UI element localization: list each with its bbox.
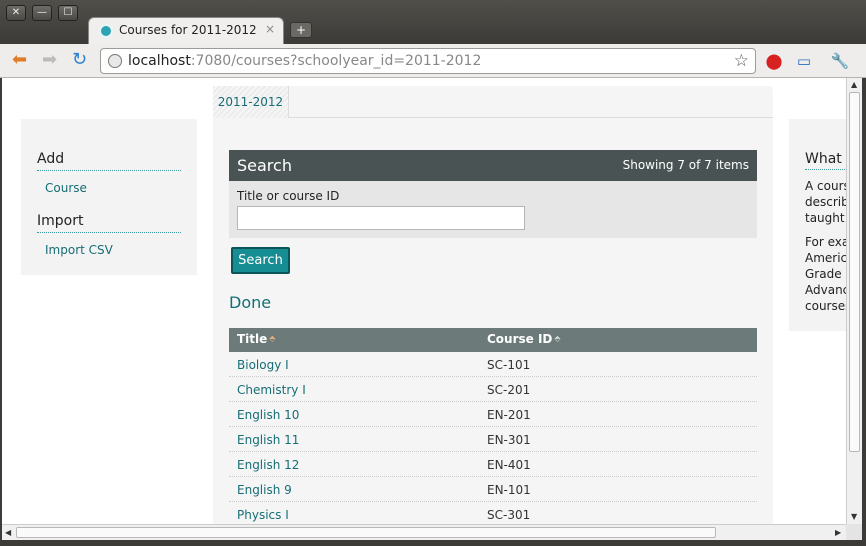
- sidebar-heading-import: Import: [37, 213, 181, 233]
- back-arrow-icon[interactable]: ⬅: [12, 50, 27, 70]
- sidebar-link-course[interactable]: Course: [37, 171, 181, 195]
- globe-icon: [108, 54, 122, 68]
- search-form: Title or course ID: [229, 181, 757, 238]
- table-row: Biology I SC-101: [229, 352, 757, 377]
- course-title-link[interactable]: English 10: [237, 408, 299, 422]
- main-content: 2011-2012 Search Showing 7 of 7 items Ti…: [213, 86, 773, 524]
- help-paragraph: A cours describe taught: [805, 179, 846, 225]
- url-text: localhost:7080/courses?schoolyear_id=201…: [128, 53, 482, 69]
- table-header: Title ⬘ Course ID ⬘: [229, 328, 757, 352]
- wrench-icon[interactable]: 🔧: [830, 51, 850, 71]
- scroll-up-icon[interactable]: ▲: [851, 80, 857, 89]
- vertical-scrollbar[interactable]: ▲ ▼: [846, 78, 862, 524]
- course-id: EN-401: [487, 458, 531, 472]
- course-id: EN-301: [487, 433, 531, 447]
- search-input[interactable]: [237, 206, 525, 230]
- courses-table: Title ⬘ Course ID ⬘ Biology I SC-101 Chemi…: [229, 328, 757, 524]
- schoolyear-tabs: 2011-2012: [213, 86, 773, 118]
- search-button[interactable]: Search: [231, 247, 290, 274]
- help-heading: What i: [805, 151, 846, 170]
- table-row: Physics I SC-301: [229, 502, 757, 524]
- search-field-label: Title or course ID: [237, 189, 340, 203]
- scroll-thumb[interactable]: [16, 527, 716, 538]
- favicon-icon: [99, 24, 113, 38]
- adblock-icon[interactable]: ⬤: [764, 51, 784, 71]
- course-title-link[interactable]: English 9: [237, 483, 292, 497]
- bookmark-star-icon[interactable]: ☆: [734, 51, 749, 71]
- column-header-title[interactable]: Title ⬘: [237, 332, 275, 346]
- course-id: EN-201: [487, 408, 531, 422]
- course-id: SC-201: [487, 383, 531, 397]
- tab-close-icon[interactable]: ×: [265, 22, 275, 36]
- search-title: Search: [237, 156, 292, 175]
- forward-arrow-icon[interactable]: ➡: [42, 50, 57, 70]
- course-title-link[interactable]: English 11: [237, 433, 299, 447]
- sort-icon[interactable]: ⬘: [554, 334, 560, 343]
- column-header-course-id[interactable]: Course ID ⬘: [487, 332, 561, 346]
- scroll-corner: [846, 524, 862, 540]
- scroll-down-icon[interactable]: ▼: [851, 512, 857, 521]
- horizontal-scrollbar[interactable]: ◀ ▶: [2, 524, 846, 540]
- course-title-link[interactable]: Biology I: [237, 358, 289, 372]
- window-close-button[interactable]: ✕: [6, 5, 26, 21]
- sidebar-link-import-csv[interactable]: Import CSV: [37, 233, 181, 257]
- page-viewport: Add Course Import Import CSV 2011-2012 S…: [2, 78, 846, 524]
- new-tab-button[interactable]: +: [290, 22, 312, 38]
- sidebar-heading-add: Add: [37, 151, 181, 171]
- reload-icon[interactable]: ↻: [72, 50, 87, 70]
- course-title-link[interactable]: Chemistry I: [237, 383, 306, 397]
- tab-title: Courses for 2011-2012: [119, 23, 257, 37]
- table-row: English 11 EN-301: [229, 427, 757, 452]
- item-count: Showing 7 of 7 items: [622, 158, 749, 172]
- scroll-left-icon[interactable]: ◀: [5, 528, 11, 537]
- course-title-link[interactable]: Physics I: [237, 508, 289, 522]
- window-maximize-button[interactable]: ☐: [58, 5, 78, 21]
- window-minimize-button[interactable]: —: [32, 5, 52, 21]
- help-paragraph: For exa America Grade R Advanc courses: [805, 235, 846, 313]
- table-row: English 9 EN-101: [229, 477, 757, 502]
- scroll-thumb[interactable]: [849, 92, 860, 452]
- course-title-link[interactable]: English 12: [237, 458, 299, 472]
- sort-icon[interactable]: ⬘: [269, 334, 275, 343]
- table-row: English 12 EN-401: [229, 452, 757, 477]
- address-bar[interactable]: localhost:7080/courses?schoolyear_id=201…: [100, 48, 756, 74]
- table-row: English 10 EN-201: [229, 402, 757, 427]
- window-titlebar: ✕ — ☐ Courses for 2011-2012 × +: [0, 0, 866, 45]
- help-panel: What i A cours describe taught For exa A…: [789, 119, 846, 331]
- table-row: Chemistry I SC-201: [229, 377, 757, 402]
- done-link[interactable]: Done: [229, 293, 271, 312]
- course-id: SC-301: [487, 508, 531, 522]
- course-id: EN-101: [487, 483, 531, 497]
- course-id: SC-101: [487, 358, 531, 372]
- fullscreen-icon[interactable]: ▭: [794, 51, 814, 71]
- scroll-right-icon[interactable]: ▶: [835, 528, 841, 537]
- browser-toolbar: ⬅ ➡ ↻ localhost:7080/courses?schoolyear_…: [0, 44, 866, 78]
- tab-schoolyear[interactable]: 2011-2012: [213, 86, 289, 118]
- browser-tab[interactable]: Courses for 2011-2012 ×: [88, 17, 284, 45]
- search-header: Search Showing 7 of 7 items: [229, 150, 757, 181]
- sidebar: Add Course Import Import CSV: [21, 119, 197, 275]
